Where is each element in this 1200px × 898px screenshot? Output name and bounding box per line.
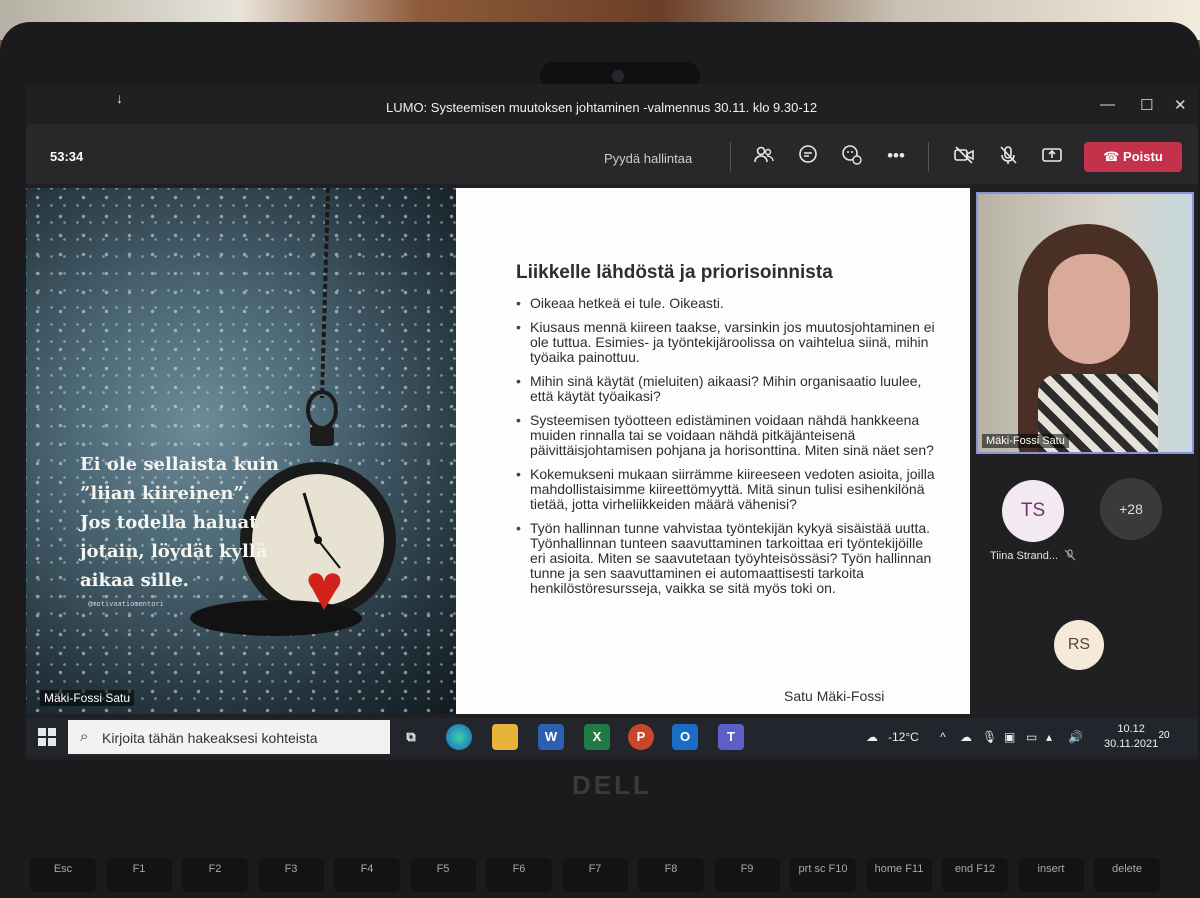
meeting-toolbar: 53:34 Pyydä hallintaa ••• ☎ Poistu xyxy=(26,124,1198,184)
toolbar-divider xyxy=(928,142,929,172)
battery-icon[interactable]: ▭ xyxy=(1026,730,1037,744)
bullet-item: Kiusaus mennä kiireen taakse, varsinkin … xyxy=(516,320,936,365)
rainy-window-image: Ei ole sellaista kuin ”liian kiireinen”.… xyxy=(26,188,456,714)
keyboard-key: F2 xyxy=(182,858,248,892)
dell-logo: DELL xyxy=(572,770,652,800)
avatar[interactable]: RS xyxy=(1054,620,1104,670)
share-screen-icon[interactable] xyxy=(1040,144,1064,168)
slide-bullets: Oikeaa hetkeä ei tule. Oikeasti. Kiusaus… xyxy=(516,296,936,605)
teams-icon[interactable]: T xyxy=(718,724,744,750)
keyboard-key: F4 xyxy=(334,858,400,892)
close-button[interactable]: ✕ xyxy=(1174,96,1187,114)
participant-name: Tiina Strand... xyxy=(990,550,1059,562)
word-icon[interactable]: W xyxy=(538,724,564,750)
phone-icon: ☎ xyxy=(1103,149,1124,164)
notifications-badge[interactable]: 20 xyxy=(1154,726,1174,746)
muted-mic-icon xyxy=(1064,549,1076,564)
edge-icon[interactable] xyxy=(446,724,472,750)
keyboard-key: F8 xyxy=(638,858,704,892)
participant-video[interactable]: Mäki-Fossi Satu xyxy=(976,192,1194,454)
keyboard-key: F5 xyxy=(410,858,476,892)
keyboard-key: home F11 xyxy=(866,858,932,892)
quote-handle: @motivaatiomentori xyxy=(88,600,164,608)
keyboard-key: insert xyxy=(1018,858,1084,892)
toolbar-divider xyxy=(730,142,731,172)
chevron-up-icon[interactable]: ^ xyxy=(940,730,946,744)
keyboard-key: end F12 xyxy=(942,858,1008,892)
bullet-item: Oikeaa hetkeä ei tule. Oikeasti. xyxy=(516,296,936,312)
avatar[interactable]: TS xyxy=(1002,480,1064,542)
leave-label: Poistu xyxy=(1123,149,1163,164)
taskbar-search-box[interactable]: ⌕ Kirjoita tähän hakeaksesi kohteista xyxy=(68,720,390,754)
keyboard-key: prt sc F10 xyxy=(790,858,856,892)
minimize-button[interactable]: — xyxy=(1100,96,1115,113)
leave-button[interactable]: ☎ Poistu xyxy=(1084,142,1182,172)
keyboard-key: delete xyxy=(1094,858,1160,892)
bullet-item: Työn hallinnan tunne vahvistaa työntekij… xyxy=(516,521,936,596)
maximize-button[interactable]: ☐ xyxy=(1140,96,1153,114)
keyboard-key: Esc xyxy=(30,858,96,892)
keyboard-key: F3 xyxy=(258,858,324,892)
slide-title: Liikkelle lähdöstä ja priorisoinnista xyxy=(516,262,833,283)
file-explorer-icon[interactable] xyxy=(492,724,518,750)
volume-icon[interactable]: 🔊 xyxy=(1068,730,1083,744)
keyboard-row: Esc F1 F2 F3 F4 F5 F6 F7 F8 F9 prt sc F1… xyxy=(30,858,1200,898)
search-icon: ⌕ xyxy=(80,728,89,745)
slide-author: Satu Mäki-Fossi xyxy=(784,688,885,704)
microphone-icon[interactable]: 🎙 xyxy=(982,730,997,744)
mic-off-icon[interactable] xyxy=(996,144,1020,168)
powerpoint-icon[interactable]: P xyxy=(628,724,654,750)
windows-start-icon[interactable] xyxy=(38,728,56,746)
presenter-label: Mäki-Fossi Satu xyxy=(40,690,135,706)
outlook-icon[interactable]: O xyxy=(672,724,698,750)
laptop-screen: ↓ LUMO: Systeemisen muutoksen johtaminen… xyxy=(26,84,1198,760)
participant-video-name: Mäki-Fossi Satu xyxy=(982,434,1069,448)
reactions-icon[interactable] xyxy=(840,144,864,168)
meeting-stage: Ei ole sellaista kuin ”liian kiireinen”.… xyxy=(26,188,1198,718)
keyboard-key: F1 xyxy=(106,858,172,892)
onedrive-icon[interactable]: ☁ xyxy=(960,730,972,744)
temperature[interactable]: -12°C xyxy=(888,730,919,744)
weather-icon[interactable]: ☁ xyxy=(866,730,878,744)
bullet-item: Systeemisen työotteen edistäminen voidaa… xyxy=(516,413,936,458)
taskbar-clock[interactable]: 10.12 30.11.2021 xyxy=(1104,722,1158,752)
search-placeholder: Kirjoita tähän hakeaksesi kohteista xyxy=(102,730,318,746)
meeting-timer: 53:34 xyxy=(50,149,84,164)
excel-icon[interactable]: X xyxy=(584,724,610,750)
keyboard-key: F6 xyxy=(486,858,552,892)
wifi-icon[interactable]: ▴ xyxy=(1046,730,1052,744)
window-titlebar: ↓ LUMO: Systeemisen muutoksen johtaminen… xyxy=(26,84,1198,120)
bullet-item: Kokemukseni mukaan siirrämme kiireeseen … xyxy=(516,467,936,512)
chat-icon[interactable] xyxy=(796,144,820,168)
more-options-icon[interactable]: ••• xyxy=(884,144,908,168)
clock-time: 10.12 xyxy=(1117,723,1145,735)
bullet-item: Mihin sinä käytät (mieluiten) aikaasi? M… xyxy=(516,374,936,404)
request-control-button[interactable]: Pyydä hallintaa xyxy=(604,151,692,166)
more-participants-button[interactable]: +28 xyxy=(1100,478,1162,540)
shared-slide: Ei ole sellaista kuin ”liian kiireinen”.… xyxy=(26,188,970,714)
windows-taskbar: ⌕ Kirjoita tähän hakeaksesi kohteista ⧉ … xyxy=(26,718,1198,756)
keyboard-key: F9 xyxy=(714,858,780,892)
keyboard-key: F7 xyxy=(562,858,628,892)
task-view-icon[interactable]: ⧉ xyxy=(398,724,424,750)
participants-icon[interactable] xyxy=(752,144,776,168)
device-icon[interactable]: ▣ xyxy=(1004,730,1015,744)
quote-text: Ei ole sellaista kuin ”liian kiireinen”.… xyxy=(80,454,280,591)
download-icon[interactable]: ↓ xyxy=(116,90,123,106)
camera-off-icon[interactable] xyxy=(952,144,976,168)
clock-date: 30.11.2021 xyxy=(1104,738,1159,750)
window-title: LUMO: Systeemisen muutoksen johtaminen -… xyxy=(386,100,818,115)
